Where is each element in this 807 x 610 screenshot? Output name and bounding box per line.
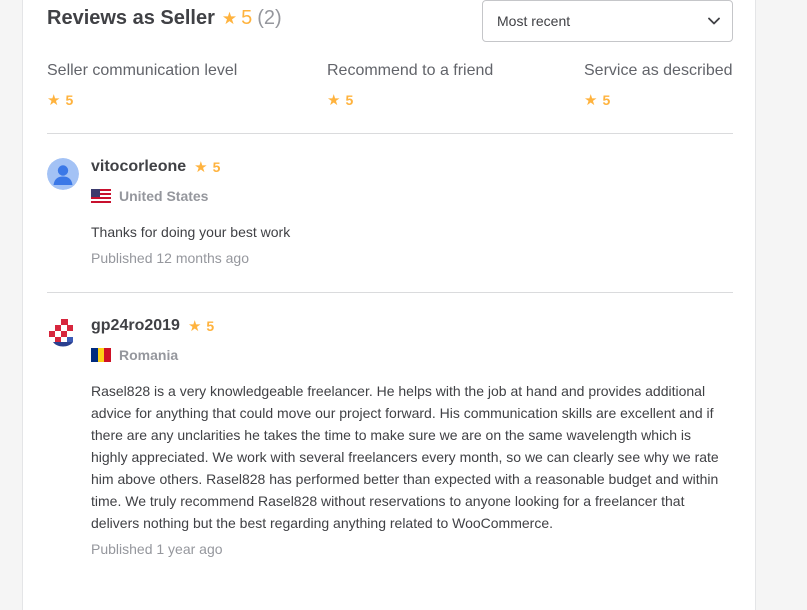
star-icon: ★ [221,8,238,28]
reviews-count: (2) [257,7,282,29]
metric-service: Service as described ★ 5 [584,62,733,109]
review-username[interactable]: gp24ro2019 [91,317,180,335]
metric-value: 5 [345,92,354,108]
review-username[interactable]: vitocorleone [91,158,186,176]
metric-label: Seller communication level [47,62,238,79]
metric-communication: Seller communication level ★ 5 [47,62,237,109]
metric-recommend: Recommend to a friend ★ 5 [327,62,493,109]
overall-rating: 5 [241,7,253,29]
star-icon: ★ [187,318,202,335]
reviews-card: Reviews as Seller ★ 5 (2) Most recent Se… [22,0,756,610]
review-text: Rasel828 is a very knowledgeable freelan… [91,383,719,531]
sort-dropdown[interactable]: Most recent [482,0,733,42]
review-rating: 5 [206,318,215,334]
divider [47,292,733,293]
reviews-title: Reviews as Seller [47,7,215,29]
star-icon: ★ [584,92,598,109]
review-published: Published 1 year ago [91,541,223,557]
metric-value: 5 [65,92,74,108]
metric-label: Service as described [584,62,733,79]
metric-label: Recommend to a friend [327,62,494,79]
flag-us-icon [91,189,111,203]
review-text: Thanks for doing your best work [91,224,291,240]
star-icon: ★ [327,92,341,109]
review-country: Romania [119,347,179,363]
flag-ro-icon [91,348,111,362]
review-rating: 5 [212,159,221,175]
review-published: Published 12 months ago [91,250,249,266]
user-avatar-icon[interactable] [47,317,79,349]
divider [47,133,733,134]
sort-selected-value: Most recent [497,13,571,29]
reviews-header: Reviews as Seller ★ 5 (2) [47,7,282,30]
star-icon: ★ [194,159,208,176]
chevron-down-icon [708,17,720,25]
user-avatar-icon[interactable] [47,158,79,190]
review-country: United States [119,188,209,204]
star-icon: ★ [47,92,61,109]
metric-value: 5 [602,92,611,108]
